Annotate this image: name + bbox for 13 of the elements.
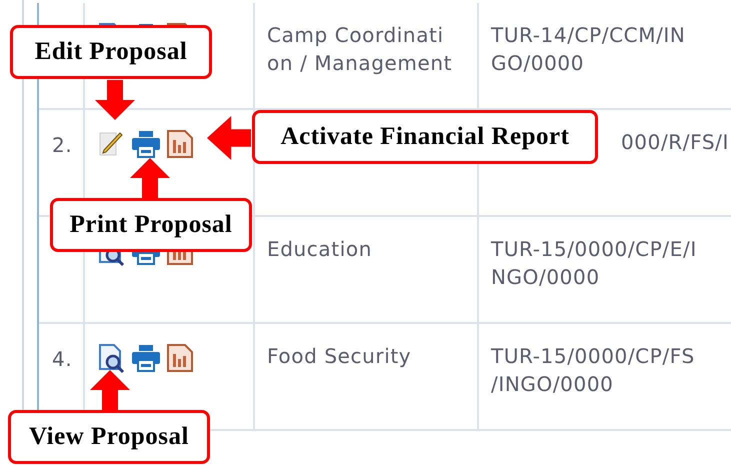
row-number: 4. [52, 347, 72, 371]
category-cell: Education [267, 237, 372, 261]
callout-tooltip: Edit Proposal [10, 25, 212, 79]
code-cell-text: TUR-14/CP/CCM/IN GO/0000 [491, 22, 686, 77]
code-cell-text: TUR-15/0000/CP/E/I NGO/0000 [491, 236, 697, 291]
callout-tooltip: Print Proposal [50, 198, 252, 252]
category-cell: Food Security [267, 344, 412, 368]
code-cell-text: 000/R/FS/I [620, 129, 729, 156]
callout-tooltip: Activate Financial Report [252, 110, 598, 164]
code-cell-text: TUR-15/0000/CP/FS /INGO/0000 [491, 343, 695, 398]
callout-tooltip: View Proposal [8, 410, 210, 464]
category-cell: Camp Coordinati on / Management [267, 23, 452, 75]
row-number: 2. [52, 133, 72, 157]
